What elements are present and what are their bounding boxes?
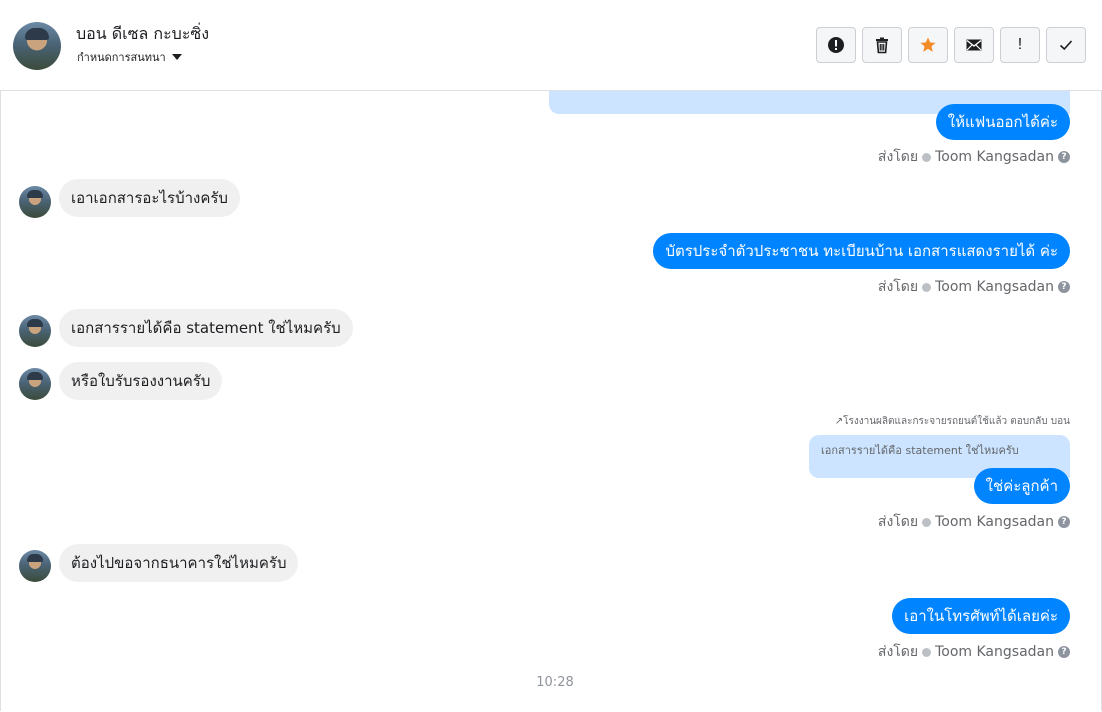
sent-by-line: ส่งโดย Toom Kangsadan ? (878, 511, 1070, 533)
sent-by-label: ส่งโดย (877, 644, 919, 660)
contact-avatar-small[interactable] (19, 550, 51, 582)
message-outgoing[interactable]: เอาในโทรศัพท์ได้เลยค่ะ (892, 598, 1070, 634)
conversation-schedule-dropdown[interactable]: กำหนดการสนทนา (77, 48, 182, 66)
sent-by-agent[interactable]: Toom Kangsadan (935, 514, 1054, 530)
reply-arrow-icon: ↗ (834, 416, 844, 427)
agent-status-icon (922, 282, 932, 292)
header-toolbar: ! (816, 27, 1086, 63)
mark-spam-button[interactable] (816, 27, 856, 63)
agent-status-icon (922, 152, 932, 162)
star-button[interactable] (908, 27, 948, 63)
mark-done-button[interactable] (1046, 27, 1086, 63)
quoted-message-text: เอกสารรายได้คือ statement ใช่ไหมครับ (821, 444, 1019, 457)
help-icon[interactable]: ? (1058, 151, 1070, 163)
message-incoming[interactable]: เอาเอกสารอะไรบ้างครับ (59, 179, 240, 217)
sent-by-label: ส่งโดย (877, 514, 919, 530)
agent-status-icon (922, 517, 932, 527)
contact-name[interactable]: บอน ดีเซล กะบะซิ่ง (76, 22, 209, 47)
message-outgoing[interactable]: บัตรประจำตัวประชาชน ทะเบียนบ้าน เอกสารแส… (653, 233, 1070, 269)
contact-avatar-small[interactable] (19, 315, 51, 347)
sent-by-line: ส่งโดย Toom Kangsadan ? (878, 641, 1070, 663)
star-icon (920, 37, 936, 52)
contact-avatar-small[interactable] (19, 186, 51, 218)
contact-avatar[interactable] (13, 22, 61, 70)
help-icon[interactable]: ? (1058, 516, 1070, 528)
sent-by-agent[interactable]: Toom Kangsadan (935, 279, 1054, 295)
message-outgoing[interactable]: ใช่ค่ะลูกค้า (973, 468, 1070, 504)
caret-down-icon (171, 54, 182, 60)
conversation-schedule-label: กำหนดการสนทนา (77, 51, 166, 64)
exclamation-circle-icon (828, 37, 844, 53)
sent-by-agent[interactable]: Toom Kangsadan (935, 644, 1054, 660)
envelope-icon (966, 39, 982, 51)
delete-button[interactable] (862, 27, 902, 63)
reply-note: ↗โรงงานผลิตและกระจายรถยนต์ใช้แล้ว ตอบกลั… (835, 414, 1070, 429)
sent-by-label: ส่งโดย (877, 279, 919, 295)
help-icon[interactable]: ? (1058, 646, 1070, 658)
sent-by-label: ส่งโดย (877, 149, 919, 165)
message-timestamp: 10:28 (536, 675, 574, 690)
message-incoming[interactable]: หรือใบรับรองงานครับ (59, 362, 223, 400)
trash-icon (876, 37, 888, 54)
mark-unread-button[interactable] (954, 27, 994, 63)
message-incoming[interactable]: เอกสารรายได้คือ statement ใช่ไหมครับ (59, 309, 353, 347)
contact-avatar-small[interactable] (19, 368, 51, 400)
sent-by-line: ส่งโดย Toom Kangsadan ? (878, 276, 1070, 298)
check-icon (1059, 40, 1073, 51)
sent-by-agent[interactable]: Toom Kangsadan (935, 149, 1054, 165)
message-thread[interactable]: ให้แฟนออกได้ค่ะ ส่งโดย Toom Kangsadan ? … (0, 91, 1102, 712)
sent-by-line: ส่งโดย Toom Kangsadan ? (878, 146, 1070, 168)
follow-up-button[interactable]: ! (1000, 27, 1040, 63)
help-icon[interactable]: ? (1058, 281, 1070, 293)
message-incoming[interactable]: ต้องไปขอจากธนาคารใช่ไหมครับ (59, 544, 299, 582)
reply-note-text: โรงงานผลิตและกระจายรถยนต์ใช้แล้ว ตอบกลับ… (843, 416, 1070, 427)
message-outgoing[interactable]: ให้แฟนออกได้ค่ะ (935, 104, 1070, 140)
agent-status-icon (922, 647, 932, 657)
conversation-header: บอน ดีเซล กะบะซิ่ง กำหนดการสนทนา ! (0, 0, 1102, 91)
exclamation-label: ! (1017, 36, 1023, 53)
